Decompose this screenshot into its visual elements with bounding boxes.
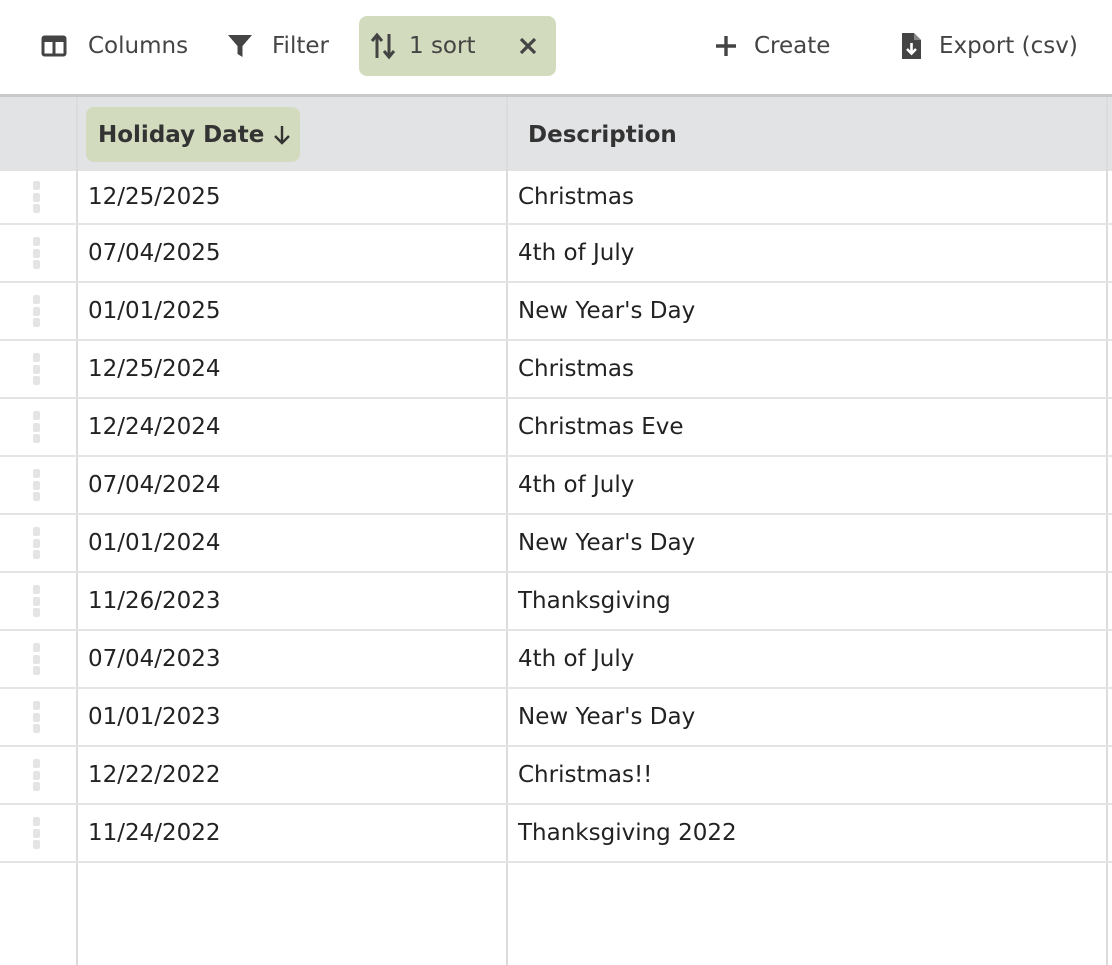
drag-handle-icon[interactable] — [33, 237, 41, 269]
holiday-date-cell[interactable]: 12/25/2025 — [88, 171, 221, 223]
filter-icon — [226, 32, 254, 60]
holiday-date-cell[interactable]: 07/04/2024 — [88, 457, 221, 513]
table-row[interactable]: 12/24/2024 Christmas Eve — [0, 399, 1112, 457]
description-cell[interactable]: New Year's Day — [518, 515, 695, 571]
drag-handle-icon[interactable] — [33, 411, 41, 443]
drag-handle-icon[interactable] — [33, 181, 41, 213]
arrow-down-icon — [272, 124, 292, 146]
description-cell[interactable]: New Year's Day — [518, 689, 695, 745]
create-button[interactable]: Create — [712, 16, 830, 76]
table-row[interactable]: 01/01/2024 New Year's Day — [0, 515, 1112, 573]
export-file-icon — [897, 32, 925, 60]
holiday-date-cell[interactable]: 12/25/2024 — [88, 341, 221, 397]
description-cell[interactable]: Christmas — [518, 341, 634, 397]
drag-handle-icon[interactable] — [33, 759, 41, 791]
holiday-date-cell[interactable]: 01/01/2025 — [88, 283, 221, 339]
table-row[interactable]: 07/04/2024 4th of July — [0, 457, 1112, 515]
table-row[interactable]: 01/01/2025 New Year's Day — [0, 283, 1112, 341]
holiday-date-cell[interactable]: 11/24/2022 — [88, 805, 221, 861]
holiday-date-cell[interactable]: 07/04/2025 — [88, 225, 221, 281]
columns-label: Columns — [88, 33, 189, 59]
holiday-date-cell[interactable]: 12/24/2024 — [88, 399, 221, 455]
table-row[interactable]: 12/25/2024 Christmas — [0, 341, 1112, 399]
drag-handle-icon[interactable] — [33, 527, 41, 559]
export-csv-button[interactable]: Export (csv) — [897, 16, 1078, 76]
description-cell[interactable]: 4th of July — [518, 631, 634, 687]
description-cell[interactable]: 4th of July — [518, 457, 634, 513]
description-cell[interactable]: Christmas — [518, 171, 634, 223]
table-row[interactable]: 11/24/2022 Thanksgiving 2022 — [0, 805, 1112, 863]
filter-label: Filter — [272, 33, 329, 59]
filter-button[interactable]: Filter — [226, 16, 329, 76]
drag-handle-icon[interactable] — [33, 817, 41, 849]
drag-handle-icon[interactable] — [33, 585, 41, 617]
table-row[interactable]: 11/26/2023 Thanksgiving — [0, 573, 1112, 631]
create-label: Create — [754, 33, 831, 59]
grid-body: 12/25/2025 Christmas 07/04/2025 4th of J… — [0, 171, 1112, 863]
holiday-date-cell[interactable]: 01/01/2023 — [88, 689, 221, 745]
description-cell[interactable]: Thanksgiving 2022 — [518, 805, 737, 861]
drag-handle-icon[interactable] — [33, 353, 41, 385]
table-row[interactable]: 12/22/2022 Christmas!! — [0, 747, 1112, 805]
column-header-description[interactable]: Description — [528, 107, 677, 162]
drag-handle-icon[interactable] — [33, 701, 41, 733]
description-cell[interactable]: Christmas!! — [518, 747, 652, 803]
table-row[interactable]: 01/01/2023 New Year's Day — [0, 689, 1112, 747]
grid-toolbar: Columns Filter 1 sort Create Export (csv… — [0, 0, 1112, 94]
holiday-date-header-label: Holiday Date — [98, 121, 265, 148]
holiday-date-cell[interactable]: 12/22/2022 — [88, 747, 221, 803]
holiday-date-cell[interactable]: 01/01/2024 — [88, 515, 221, 571]
sort-chip[interactable]: 1 sort — [359, 16, 556, 76]
export-label: Export (csv) — [939, 33, 1078, 59]
close-icon[interactable] — [514, 32, 542, 60]
holiday-date-cell[interactable]: 11/26/2023 — [88, 573, 221, 629]
plus-icon — [712, 32, 740, 60]
sort-icon — [369, 32, 397, 60]
drag-handle-icon[interactable] — [33, 643, 41, 675]
drag-handle-icon[interactable] — [33, 295, 41, 327]
grid-header-row: Holiday Date Description — [0, 97, 1112, 171]
description-cell[interactable]: New Year's Day — [518, 283, 695, 339]
columns-button[interactable]: Columns — [40, 16, 188, 76]
description-cell[interactable]: Christmas Eve — [518, 399, 684, 455]
description-header-label: Description — [528, 121, 677, 148]
sort-label: 1 sort — [409, 33, 476, 59]
holiday-data-grid: Holiday Date Description 12/25/2025 Chri… — [0, 94, 1112, 965]
table-row[interactable]: 12/25/2025 Christmas — [0, 171, 1112, 225]
drag-handle-icon[interactable] — [33, 469, 41, 501]
description-cell[interactable]: Thanksgiving — [518, 573, 671, 629]
table-row[interactable]: 07/04/2023 4th of July — [0, 631, 1112, 689]
holiday-date-cell[interactable]: 07/04/2023 — [88, 631, 221, 687]
columns-icon — [40, 32, 68, 60]
description-cell[interactable]: 4th of July — [518, 225, 634, 281]
column-header-holiday-date[interactable]: Holiday Date — [86, 107, 300, 162]
table-row[interactable]: 07/04/2025 4th of July — [0, 225, 1112, 283]
